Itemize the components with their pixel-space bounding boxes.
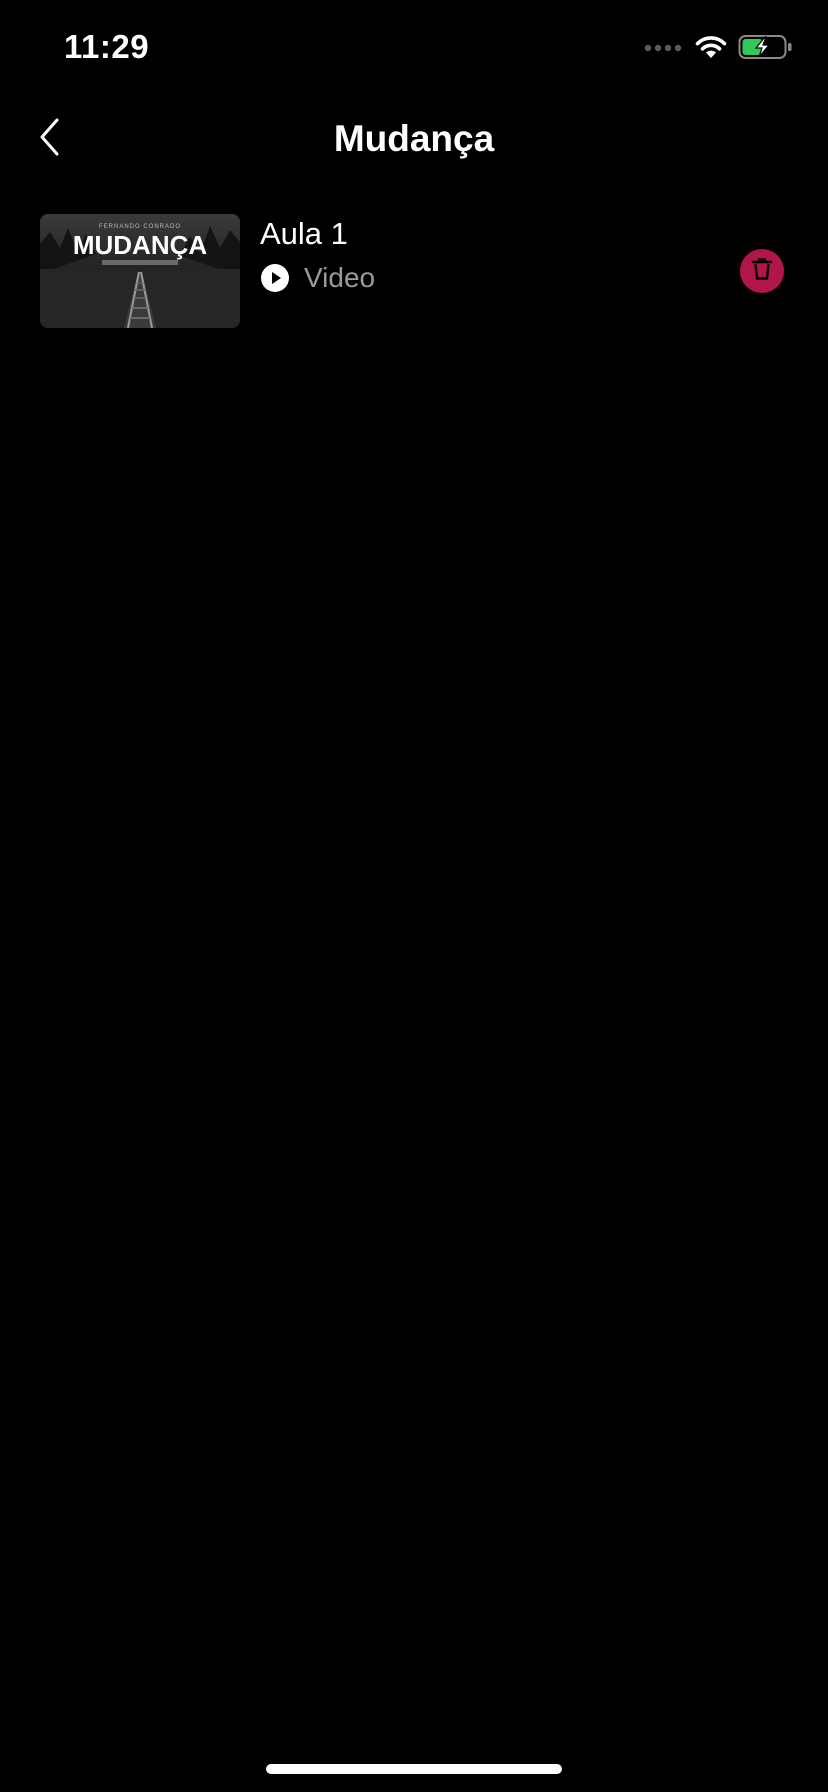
play-circle-icon (260, 263, 290, 293)
battery-charging-icon (738, 34, 794, 65)
lesson-type-label: Video (304, 262, 376, 293)
cellular-signal-icon (644, 41, 684, 59)
status-bar: 11:29 (0, 0, 828, 100)
delete-button[interactable] (740, 249, 784, 293)
lesson-list: FERNANDO CONRADO MUDANÇA Aula 1 Video (0, 212, 828, 330)
thumbnail-headline: MUDANÇA (73, 230, 208, 260)
lesson-thumbnail[interactable]: FERNANDO CONRADO MUDANÇA (40, 214, 240, 328)
trash-icon (751, 257, 773, 286)
status-time: 11:29 (64, 28, 150, 65)
lesson-title: Aula 1 (260, 216, 348, 251)
nav-bar: Mudança (0, 100, 828, 180)
page-title: Mudança (333, 118, 495, 159)
lesson-type: Video (260, 262, 375, 294)
home-indicator[interactable] (266, 1764, 562, 1774)
wifi-icon (694, 34, 728, 65)
list-item[interactable]: FERNANDO CONRADO MUDANÇA Aula 1 Video (0, 212, 828, 330)
status-icons (644, 34, 794, 65)
